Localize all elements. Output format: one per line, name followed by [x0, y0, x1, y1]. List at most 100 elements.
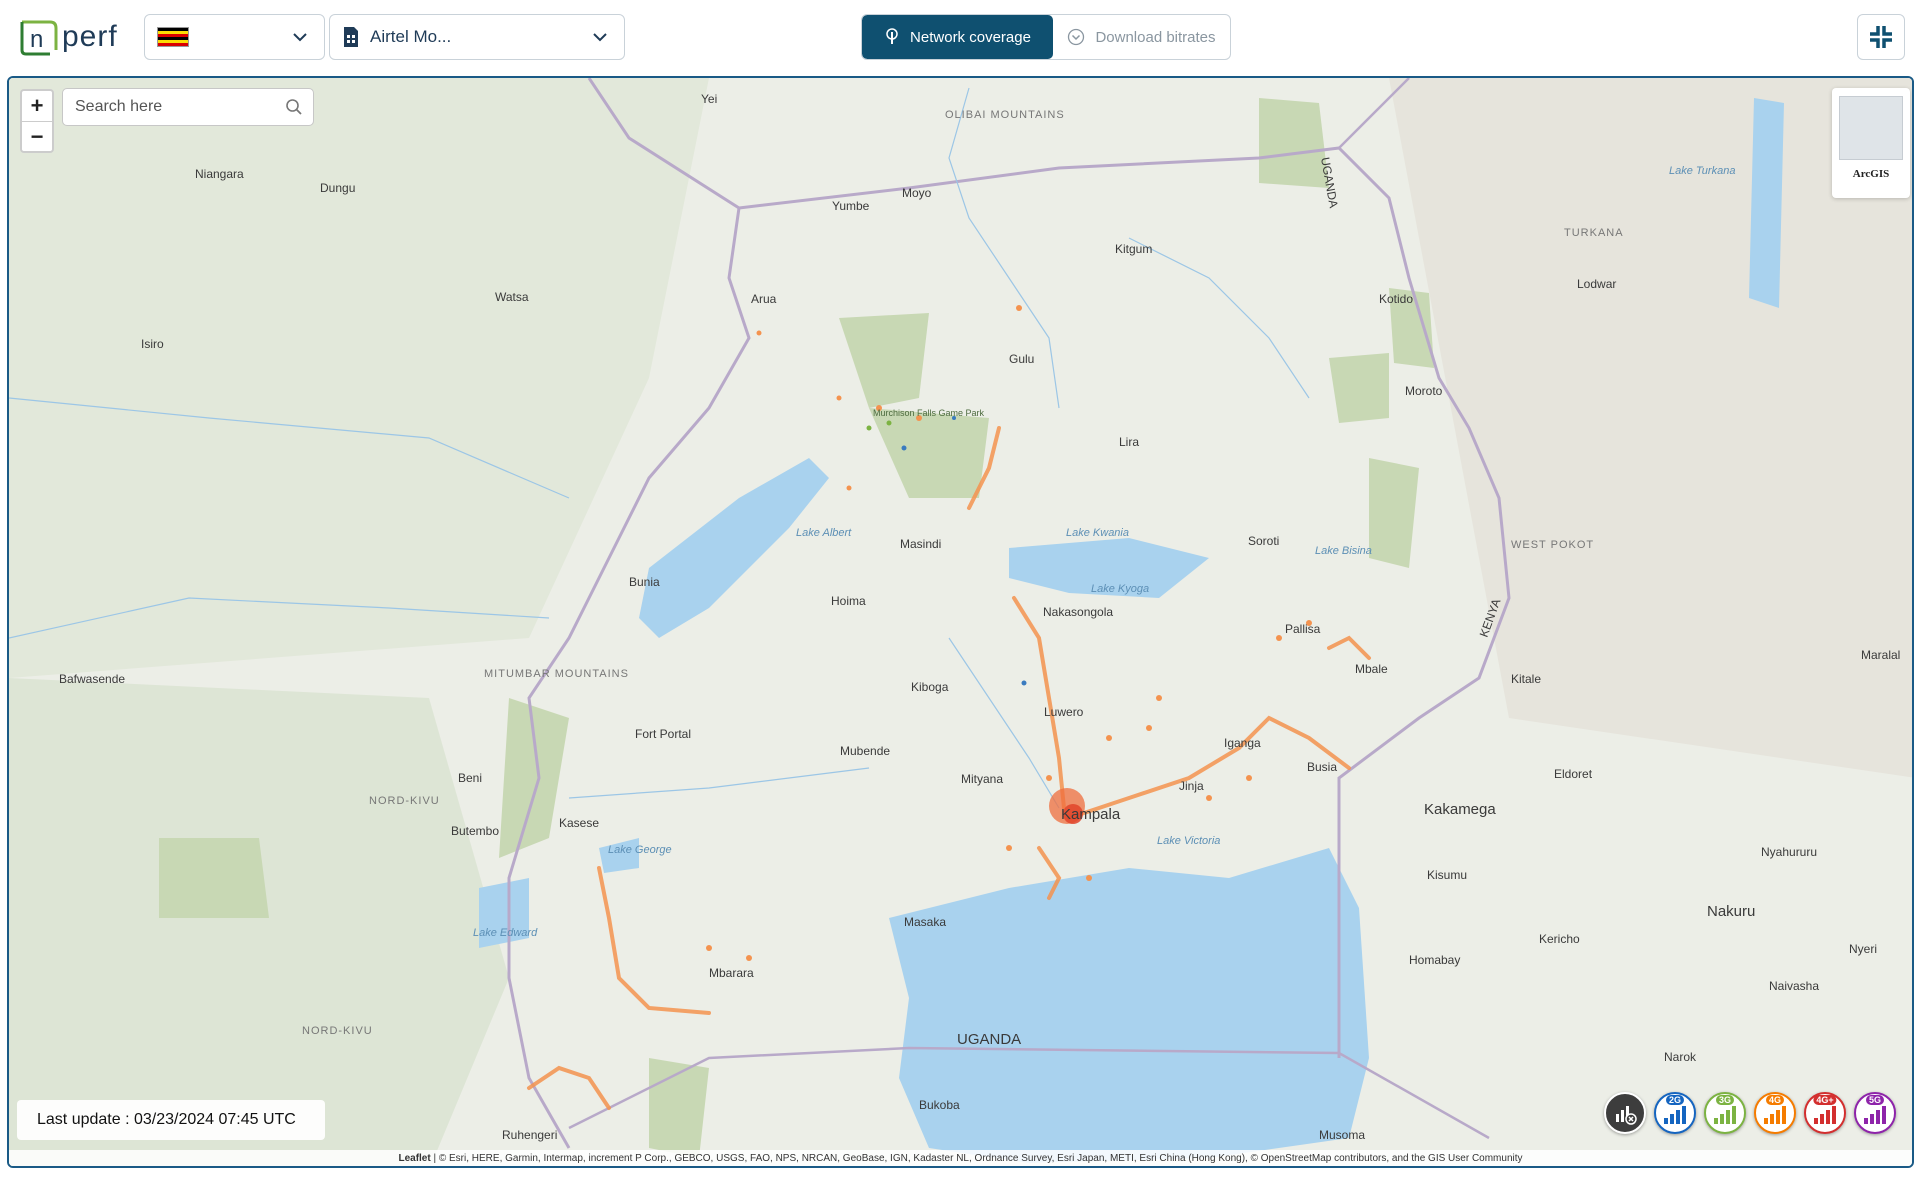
download-icon [1068, 28, 1085, 46]
country-selector[interactable] [144, 14, 325, 60]
signal-bars-icon [1864, 1106, 1886, 1124]
filter-4g-button[interactable]: 4G [1754, 1092, 1796, 1134]
svg-text:n: n [30, 26, 43, 53]
label-mityana: Mityana [961, 772, 1003, 786]
chevron-down-icon [593, 33, 607, 42]
label-masaka: Masaka [904, 915, 946, 929]
zoom-out-button[interactable]: − [22, 121, 52, 151]
label-hoima: Hoima [831, 594, 866, 608]
park-area [159, 838, 269, 918]
label-lira: Lira [1119, 435, 1139, 449]
map-canvas: Kampala UGANDA Kakamega Nakuru Gulu Lira… [9, 78, 1912, 1166]
signal-bars-icon [1814, 1106, 1836, 1124]
label-narok: Narok [1664, 1050, 1697, 1064]
label-beni: Beni [458, 771, 482, 785]
reset-filter-icon [1616, 1106, 1637, 1125]
label-watsa: Watsa [495, 290, 529, 304]
provider-selector[interactable]: Airtel Mo... [329, 14, 625, 60]
label-kampala: Kampala [1061, 806, 1121, 823]
label-jinja: Jinja [1179, 779, 1204, 793]
label-busia: Busia [1307, 760, 1337, 774]
label-pallisa: Pallisa [1285, 622, 1321, 636]
tab-download-bitrates[interactable]: Download bitrates [1053, 15, 1230, 59]
label-lake-edward: Lake Edward [473, 927, 538, 939]
label-bukoba: Bukoba [919, 1098, 960, 1112]
label-niangara: Niangara [195, 167, 244, 181]
label-musoma: Musoma [1319, 1128, 1365, 1142]
coverage-map[interactable]: Kampala UGANDA Kakamega Nakuru Gulu Lira… [7, 76, 1914, 1168]
label-mbale: Mbale [1355, 662, 1388, 676]
signal-tower-icon [886, 28, 898, 44]
label-maralal: Maralal [1861, 648, 1900, 662]
label-eldoret: Eldoret [1554, 767, 1593, 781]
search-input[interactable] [75, 98, 275, 116]
label-lake-george: Lake George [608, 844, 672, 856]
label-bunia: Bunia [629, 575, 660, 589]
label-nord-kivu: NORD-KIVU [369, 795, 440, 807]
filter-4g-plus-button[interactable]: 4G+ [1804, 1092, 1846, 1134]
label-lake-kwania: Lake Kwania [1066, 527, 1129, 539]
label-murchison-falls: Murchison Falls Game Park [873, 408, 985, 418]
label-lodwar: Lodwar [1577, 277, 1616, 291]
search-icon[interactable] [285, 98, 303, 116]
label-olibai-mountains: OLIBAI MOUNTAINS [945, 109, 1065, 121]
label-moroto: Moroto [1405, 384, 1443, 398]
technology-filter: 2G 3G 4G 4G+ 5G [1604, 1092, 1896, 1138]
label-kotido: Kotido [1379, 292, 1413, 306]
filter-5g-button[interactable]: 5G [1854, 1092, 1896, 1134]
filter-4g-label: 4G [1765, 1095, 1785, 1105]
tab-network-coverage[interactable]: Network coverage [862, 15, 1053, 59]
basemap-preview [1839, 96, 1903, 160]
label-masindi: Masindi [900, 537, 941, 551]
label-fort-portal: Fort Portal [635, 727, 691, 741]
label-naivasha: Naivasha [1769, 979, 1819, 993]
label-arua: Arua [751, 292, 777, 306]
basemap-label: ArcGIS [1852, 168, 1890, 180]
label-uganda: UGANDA [957, 1031, 1021, 1048]
label-kitale: Kitale [1511, 672, 1541, 686]
label-lake-victoria: Lake Victoria [1157, 835, 1220, 847]
label-nakuru: Nakuru [1707, 903, 1755, 920]
tab-download-bitrates-label: Download bitrates [1095, 28, 1216, 46]
label-nord-kivu-2: NORD-KIVU [302, 1025, 373, 1037]
label-turkana: TURKANA [1564, 227, 1624, 239]
zoom-control: + − [20, 89, 54, 153]
filter-4g-plus-label: 4G+ [1813, 1095, 1837, 1105]
filter-2g-button[interactable]: 2G [1654, 1092, 1696, 1134]
label-gulu: Gulu [1009, 352, 1034, 366]
signal-bars-icon [1664, 1106, 1686, 1124]
label-moyo: Moyo [902, 186, 932, 200]
exit-fullscreen-button[interactable] [1857, 14, 1905, 60]
top-bar: n perf Airtel Mo... Network coverage Dow… [0, 0, 1920, 74]
label-lake-albert: Lake Albert [796, 527, 852, 539]
nperf-logo[interactable]: n perf [16, 16, 126, 60]
label-kiboga: Kiboga [911, 680, 949, 694]
filter-3g-label: 3G [1715, 1095, 1735, 1105]
lake-turkana [1749, 98, 1784, 308]
logo-text: perf [62, 20, 118, 53]
filter-3g-button[interactable]: 3G [1704, 1092, 1746, 1134]
label-kakamega: Kakamega [1424, 801, 1496, 818]
map-search [62, 88, 314, 126]
attribution-text: | © Esri, HERE, Garmin, Intermap, increm… [430, 1153, 1523, 1164]
map-land-southwest [9, 678, 509, 1166]
basemap-switcher[interactable]: ArcGIS [1832, 88, 1910, 198]
leaflet-link[interactable]: Leaflet [398, 1153, 430, 1164]
label-mubende: Mubende [840, 744, 890, 758]
label-bafwasende: Bafwasende [59, 672, 125, 686]
zoom-in-button[interactable]: + [22, 91, 52, 121]
signal-bars-icon [1714, 1106, 1736, 1124]
label-nakasongola: Nakasongola [1043, 605, 1113, 619]
park-area [1259, 98, 1329, 188]
label-west-pokot: WEST POKOT [1511, 539, 1594, 551]
filter-2g-label: 2G [1665, 1095, 1685, 1105]
label-yei: Yei [701, 92, 717, 106]
signal-bars-icon [1764, 1106, 1786, 1124]
label-lake-turkana: Lake Turkana [1669, 165, 1735, 177]
label-mitumbar-mountains: MITUMBAR MOUNTAINS [484, 668, 629, 680]
sim-card-icon [344, 27, 358, 47]
all-technologies-button[interactable] [1604, 1092, 1646, 1134]
map-mode-toggle: Network coverage Download bitrates [861, 14, 1231, 60]
label-yumbe: Yumbe [832, 199, 870, 213]
label-luwero: Luwero [1044, 705, 1084, 719]
